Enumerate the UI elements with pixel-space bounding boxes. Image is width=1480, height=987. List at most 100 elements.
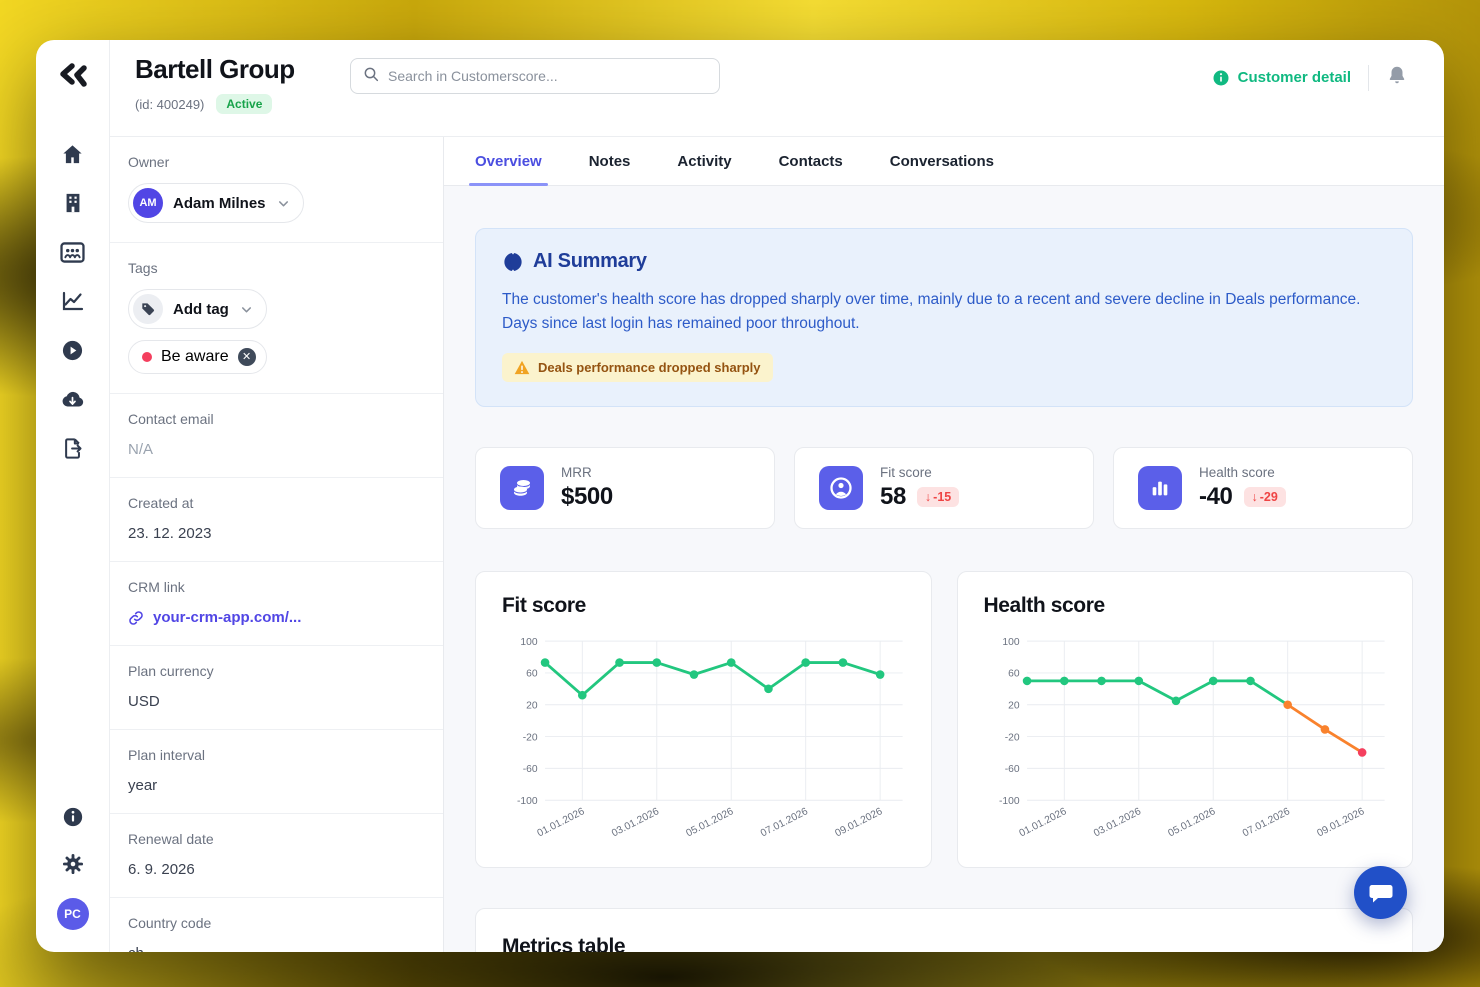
- charts-row: Fit score 1006020-20-60-10001.01.202603.…: [475, 571, 1413, 868]
- metric-card-health-score: Health score -40 ↓-29: [1113, 447, 1413, 529]
- main-panel: Overview Notes Activity Contacts Convers…: [444, 137, 1444, 952]
- svg-text:-60: -60: [523, 764, 538, 775]
- add-tag-label: Add tag: [173, 301, 229, 318]
- field-plan-currency: Plan currency USD: [110, 646, 443, 730]
- field-label: Created at: [128, 495, 425, 511]
- metric-delta-badge: ↓-29: [1244, 487, 1286, 507]
- svg-text:09.01.2026: 09.01.2026: [833, 806, 884, 839]
- export-icon[interactable]: [60, 435, 86, 461]
- customer-id: (id: 400249): [135, 97, 204, 112]
- field-label: Contact email: [128, 411, 425, 427]
- metric-value: $500: [561, 483, 613, 511]
- metric-label: Health score: [1199, 465, 1286, 480]
- customer-detail-button[interactable]: Customer detail: [1212, 69, 1351, 87]
- search-input[interactable]: [388, 68, 707, 84]
- arrow-down-icon: ↓: [1252, 490, 1258, 504]
- field-label: Country code: [128, 915, 425, 931]
- crm-link[interactable]: your-crm-app.com/...: [128, 609, 425, 626]
- chat-launcher-button[interactable]: [1354, 866, 1407, 919]
- owner-select[interactable]: AM Adam Milnes: [128, 183, 304, 223]
- page-title: Bartell Group: [135, 54, 350, 85]
- owner-name: Adam Milnes: [173, 195, 266, 212]
- field-created-at: Created at 23. 12. 2023: [110, 478, 443, 562]
- tag-color-dot: [142, 352, 152, 362]
- svg-text:20: 20: [1008, 701, 1020, 712]
- field-country-code: Country code ch: [110, 898, 443, 952]
- home-icon[interactable]: [60, 141, 86, 167]
- owner-section: Owner AM Adam Milnes: [110, 137, 443, 243]
- rail-nav: [60, 141, 86, 461]
- info-icon[interactable]: [60, 804, 86, 830]
- tab-notes[interactable]: Notes: [589, 137, 631, 185]
- field-value: 23. 12. 2023: [128, 525, 425, 542]
- field-contact-email: Contact email N/A: [110, 394, 443, 478]
- chart-title: Fit score: [502, 594, 905, 618]
- svg-text:05.01.2026: 05.01.2026: [1166, 806, 1217, 839]
- customer-sidebar: Owner AM Adam Milnes Tags Add tag: [110, 137, 444, 952]
- metric-value: 58: [880, 483, 906, 511]
- metrics-table-title: Metrics table: [502, 935, 1386, 952]
- tab-contacts[interactable]: Contacts: [779, 137, 843, 185]
- top-bar: Bartell Group (id: 400249) Active Custom…: [110, 40, 1444, 137]
- arrow-down-icon: ↓: [925, 490, 931, 504]
- bar-chart-icon: [1138, 466, 1182, 510]
- tab-overview[interactable]: Overview: [475, 137, 542, 185]
- fit-score-chart: 1006020-20-60-10001.01.202603.01.202605.…: [502, 628, 905, 853]
- svg-text:07.01.2026: 07.01.2026: [759, 806, 810, 839]
- rail-bottom: PC: [57, 804, 89, 930]
- fit-score-chart-card: Fit score 1006020-20-60-10001.01.202603.…: [475, 571, 932, 868]
- svg-text:05.01.2026: 05.01.2026: [685, 806, 736, 839]
- tab-activity[interactable]: Activity: [677, 137, 731, 185]
- svg-text:20: 20: [526, 701, 538, 712]
- chevron-down-icon: [239, 302, 254, 317]
- svg-text:-100: -100: [517, 796, 538, 807]
- metric-cards-row: MRR $500 Fit score 58: [475, 447, 1413, 529]
- app-window: PC Bartell Group (id: 400249) Active: [36, 40, 1444, 952]
- field-crm-link: CRM link your-crm-app.com/...: [110, 562, 443, 646]
- chart-title: Health score: [984, 594, 1387, 618]
- svg-text:03.01.2026: 03.01.2026: [1092, 806, 1143, 839]
- trends-icon[interactable]: [60, 288, 86, 314]
- field-label: Renewal date: [128, 831, 425, 847]
- field-renewal-date: Renewal date 6. 9. 2026: [110, 814, 443, 898]
- search-icon: [363, 66, 379, 87]
- divider: [1368, 65, 1369, 91]
- search-input-wrap[interactable]: [350, 58, 720, 94]
- svg-text:01.01.2026: 01.01.2026: [1017, 806, 1068, 839]
- tags-label: Tags: [128, 260, 425, 276]
- svg-text:-20: -20: [523, 732, 538, 743]
- ai-warning-text: Deals performance dropped sharply: [538, 360, 761, 375]
- ai-logo-icon: [502, 251, 524, 273]
- info-green-icon: [1212, 69, 1230, 87]
- company-icon[interactable]: [60, 190, 86, 216]
- user-avatar[interactable]: PC: [57, 898, 89, 930]
- field-value: USD: [128, 693, 425, 710]
- svg-text:100: 100: [520, 637, 537, 648]
- customer-detail-label: Customer detail: [1238, 69, 1351, 86]
- app-logo-icon[interactable]: [56, 60, 90, 97]
- overview-content: AI Summary The customer's health score h…: [444, 186, 1444, 952]
- metric-label: MRR: [561, 465, 613, 480]
- metrics-table-card: Metrics table: [475, 908, 1413, 952]
- tab-conversations[interactable]: Conversations: [890, 137, 994, 185]
- add-tag-button[interactable]: Add tag: [128, 289, 267, 329]
- settings-gear-icon[interactable]: [60, 851, 86, 877]
- svg-text:01.01.2026: 01.01.2026: [536, 806, 587, 839]
- field-value: year: [128, 777, 425, 794]
- notifications-bell-icon[interactable]: [1386, 64, 1408, 91]
- link-icon: [128, 610, 144, 626]
- cloud-sync-icon[interactable]: [60, 386, 86, 412]
- playbooks-icon[interactable]: [60, 337, 86, 363]
- warning-triangle-icon: [514, 360, 530, 375]
- person-circle-icon: [819, 466, 863, 510]
- svg-text:-100: -100: [998, 796, 1019, 807]
- ai-summary-body: The customer's health score has dropped …: [502, 288, 1362, 336]
- field-plan-interval: Plan interval year: [110, 730, 443, 814]
- tag-be-aware: Be aware ✕: [128, 340, 267, 374]
- customers-icon[interactable]: [60, 239, 86, 265]
- svg-text:03.01.2026: 03.01.2026: [610, 806, 661, 839]
- metric-delta-badge: ↓-15: [917, 487, 959, 507]
- tags-section: Tags Add tag Be aware ✕: [110, 243, 443, 394]
- nav-rail: PC: [36, 40, 110, 952]
- remove-tag-icon[interactable]: ✕: [238, 348, 256, 366]
